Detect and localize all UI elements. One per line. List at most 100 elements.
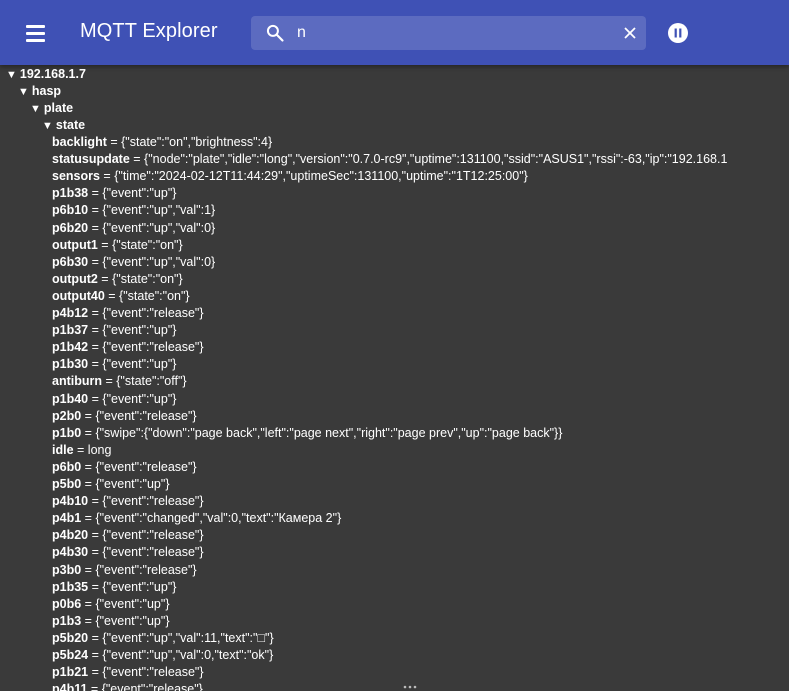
tree-node-row[interactable]: p1b37 = {"event":"up"}	[52, 322, 176, 339]
tree-node-row[interactable]: p3b0 = {"event":"release"}	[52, 562, 197, 579]
separator: =	[88, 220, 103, 235]
tree-folder-192-168-1-7[interactable]: ▼ 192.168.1.7	[6, 66, 86, 83]
tree-node-row[interactable]: p5b20 = {"event":"up","val":11,"text":"□…	[52, 630, 274, 647]
separator: =	[102, 374, 117, 389]
tree-node-row[interactable]: p4b20 = {"event":"release"}	[52, 527, 204, 544]
topic-name: p4b10	[52, 494, 89, 509]
topic-name: statusupdate	[52, 152, 130, 167]
separator: =	[81, 408, 96, 423]
topic-name: output2	[52, 271, 98, 286]
tree-node-row[interactable]: p1b0 = {"swipe":{"down":"page back","lef…	[52, 425, 562, 442]
separator: =	[81, 596, 96, 611]
tree-node-row[interactable]: p1b21 = {"event":"release"}	[52, 664, 204, 681]
separator: =	[87, 682, 102, 691]
topic-name: p4b12	[52, 306, 89, 320]
tree-node-row[interactable]: p6b30 = {"event":"up","val":0}	[52, 254, 215, 271]
topic-name: p3b0	[52, 562, 82, 577]
separator: =	[88, 545, 103, 560]
expanded-arrow-icon[interactable]: ▼	[42, 120, 53, 132]
tree-node-row[interactable]: p2b0 = {"event":"release"}	[52, 408, 197, 425]
close-icon[interactable]	[623, 26, 637, 40]
topic-value: {"state":"off"}	[116, 374, 187, 389]
separator: =	[106, 135, 122, 149]
search-box[interactable]	[251, 16, 646, 50]
topic-name: p5b20	[52, 630, 89, 645]
topic-value: {"event":"release"}	[95, 562, 197, 577]
tree-node-row[interactable]: output40 = {"state":"on"}	[52, 288, 190, 305]
separator: =	[81, 562, 96, 577]
topic-value: {"time":"2024-02-12T11:44:29","uptimeSec…	[114, 169, 528, 184]
topic-value: {"event":"release"}	[101, 682, 203, 691]
tree-node-row[interactable]: p1b3 = {"event":"up"}	[52, 613, 170, 630]
tree-node-row[interactable]: statusupdate = {"node":"plate","idle":"l…	[52, 151, 727, 168]
tree-folder-plate[interactable]: ▼ plate	[30, 100, 73, 117]
tree-folder-hasp[interactable]: ▼ hasp	[18, 83, 61, 100]
tree-node-row[interactable]: p6b10 = {"event":"up","val":1}	[52, 202, 215, 219]
pause-icon[interactable]	[668, 23, 688, 43]
separator: =	[88, 306, 103, 320]
tree-node-row[interactable]: p1b40 = {"event":"up"}	[52, 391, 176, 408]
tree-node-row[interactable]: p1b30 = {"event":"up"}	[52, 356, 176, 373]
topic-value: {"event":"release"}	[102, 306, 204, 320]
tree-node-row[interactable]: p4b30 = {"event":"release"}	[52, 544, 204, 561]
topic-value: {"event":"release"}	[102, 665, 204, 680]
app-title: MQTT Explorer	[80, 20, 218, 42]
tree-node-row[interactable]: p6b0 = {"event":"release"}	[52, 459, 197, 476]
tree-node-row[interactable]: idle = long	[52, 442, 111, 459]
topic-name: p4b11	[52, 682, 88, 691]
topic-name: p5b0	[52, 477, 82, 491]
tree-node-row[interactable]: p4b11 = {"event":"release"}	[52, 681, 203, 691]
expanded-arrow-icon[interactable]: ▼	[18, 86, 29, 98]
resize-handle-icon[interactable]	[402, 684, 418, 690]
tree-node-row[interactable]: p4b10 = {"event":"release"}	[52, 493, 204, 510]
tree-node-row[interactable]: p1b42 = {"event":"release"}	[52, 339, 204, 356]
separator: =	[88, 665, 103, 680]
tree-node-row[interactable]: antiburn = {"state":"off"}	[52, 373, 187, 390]
separator: =	[97, 237, 113, 252]
topic-value: {"event":"release"}	[95, 459, 197, 474]
separator: =	[88, 630, 103, 645]
topic-value: {"event":"release"}	[95, 408, 197, 423]
tree-node-row[interactable]: output2 = {"state":"on"}	[52, 271, 183, 288]
app-bar: MQTT Explorer	[0, 0, 789, 65]
tree-node-row[interactable]: p0b6 = {"event":"up"}	[52, 596, 170, 613]
topic-name: p4b20	[52, 528, 89, 543]
topic-name: output40	[52, 288, 105, 303]
topic-name: p6b10	[52, 203, 89, 218]
tree-folder-state[interactable]: ▼ state	[42, 117, 85, 134]
topic-name: p1b0	[52, 425, 82, 440]
expanded-arrow-icon[interactable]: ▼	[30, 103, 41, 115]
tree-node-row[interactable]: p5b24 = {"event":"up","val":0,"text":"ok…	[52, 647, 273, 664]
topic-name: p1b40	[52, 391, 89, 406]
hamburger-menu-icon[interactable]	[22, 21, 50, 45]
search-icon	[266, 24, 284, 42]
tree-node-row[interactable]: output1 = {"state":"on"}	[52, 237, 183, 254]
topic-value: {"event":"up"}	[102, 357, 177, 372]
expanded-arrow-icon[interactable]: ▼	[6, 69, 17, 81]
separator: =	[104, 288, 120, 303]
topic-value: {"state":"on"}	[112, 271, 183, 286]
topic-name: p1b37	[52, 323, 89, 338]
topic-value: {"swipe":{"down":"page back","left":"pag…	[95, 425, 563, 440]
tree-node-row[interactable]: p1b38 = {"event":"up"}	[52, 185, 176, 202]
separator: =	[88, 357, 103, 372]
tree-node-row[interactable]: p4b1 = {"event":"changed","val":0,"text"…	[52, 510, 341, 527]
separator: =	[81, 459, 96, 474]
tree-node-row[interactable]: p5b0 = {"event":"up"}	[52, 476, 170, 493]
topic-value: {"event":"release"}	[102, 528, 204, 543]
tree-node-row[interactable]: backlight = {"state":"on","brightness":4…	[52, 134, 272, 151]
topic-name: p6b20	[52, 220, 89, 235]
separator: =	[81, 511, 96, 526]
tree-node-row[interactable]: p4b12 = {"event":"release"}	[52, 305, 204, 322]
topic-name: p1b21	[52, 665, 89, 680]
topic-value: {"event":"up"}	[102, 391, 177, 406]
topic-name: p6b0	[52, 459, 82, 474]
topic-value: {"node":"plate","idle":"long","version":…	[144, 152, 728, 167]
tree-node-row[interactable]: p6b20 = {"event":"up","val":0}	[52, 220, 215, 237]
search-input[interactable]	[297, 20, 607, 46]
topic-value: {"event":"up","val":0,"text":"ok"}	[102, 648, 274, 662]
tree-node-row[interactable]: sensors = {"time":"2024-02-12T11:44:29",…	[52, 168, 528, 185]
tree-node-row[interactable]: p1b35 = {"event":"up"}	[52, 579, 176, 596]
topic-value: {"event":"up","val":1}	[102, 203, 216, 218]
topic-name: antiburn	[52, 374, 102, 389]
